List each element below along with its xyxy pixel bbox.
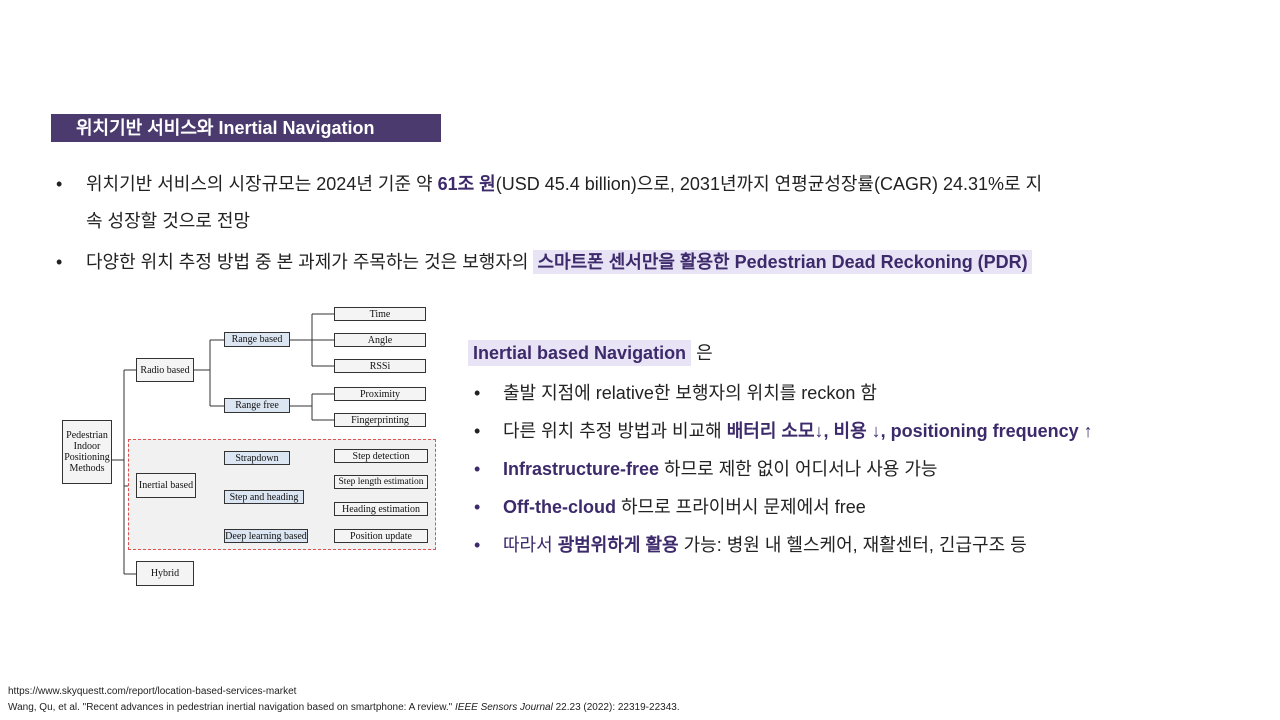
list-item-infrastructure-free: • Infrastructure-free 하므로 제한 없이 어디서나 사용 … [468,450,1228,488]
bullet-dot: • [474,421,481,441]
positioning-methods-diagram: Pedestrian Indoor Positioning Methods Ra… [58,300,440,592]
node-range-based: Range based [224,332,290,347]
bullet-dot: • [474,383,481,403]
slide-title: 위치기반 서비스와 Inertial Navigation [51,114,441,142]
node-deep-learning-based: Deep learning based [224,529,308,543]
list-item-applications: • 따라서 광범위하게 활용 가능: 병원 내 헬스케어, 재활센터, 긴급구조… [468,526,1228,564]
panel-heading: Inertial based Navigation 은 [468,338,1228,368]
node-range-free: Range free [224,398,290,413]
bullet-pdr-focus: • 다양한 위치 추정 방법 중 본 과제가 주목하는 것은 보행자의 스마트폰… [56,244,1196,281]
node-heading-estimation: Heading estimation [334,502,428,516]
node-proximity: Proximity [334,387,426,401]
intro-bullets: • 위치기반 서비스의 시장규모는 2024년 기준 약 61조 원(USD 4… [56,166,1196,281]
inertial-heading-highlight: Inertial based Navigation [468,340,692,366]
node-time: Time [334,307,426,321]
bullet-dot: • [474,497,481,517]
node-step-length-estimation: Step length estimation [334,475,428,489]
inertial-navigation-panel: Inertial based Navigation 은 • 출발 지점에 rel… [468,338,1228,564]
node-hybrid: Hybrid [136,561,194,586]
node-inertial-based: Inertial based [136,473,196,498]
list-item-relative-position: • 출발 지점에 relative한 보행자의 위치를 reckon 함 [468,374,1228,412]
node-radio-based: Radio based [136,358,194,382]
node-step-and-heading: Step and heading [224,490,304,504]
node-step-detection: Step detection [334,449,428,463]
node-angle: Angle [334,333,426,347]
node-strapdown: Strapdown [224,451,290,465]
node-root: Pedestrian Indoor Positioning Methods [62,420,112,484]
node-position-update: Position update [334,529,428,543]
pdr-highlight: 스마트폰 센서만을 활용한 Pedestrian Dead Reckoning … [533,250,1032,274]
advantages-list: • 출발 지점에 relative한 보행자의 위치를 reckon 함 • 다… [468,374,1228,564]
node-rssi: RSSi [334,359,426,373]
bullet-market-size: • 위치기반 서비스의 시장규모는 2024년 기준 약 61조 원(USD 4… [56,166,1196,240]
reference-url: https://www.skyquestt.com/report/locatio… [8,686,297,697]
bullet-dot: • [474,535,481,555]
list-item-off-the-cloud: • Off-the-cloud 하므로 프라이버시 문제에서 free [468,488,1228,526]
node-fingerprinting: Fingerprinting [334,413,426,427]
bullet-dot: • [56,174,63,194]
bullet-dot: • [56,252,63,272]
reference-paper: Wang, Qu, et al. "Recent advances in ped… [8,702,680,713]
list-item-comparison: • 다른 위치 추정 방법과 비교해 배터리 소모↓, 비용 ↓, positi… [468,412,1228,450]
references: https://www.skyquestt.com/report/locatio… [8,684,680,716]
bullet-dot: • [474,459,481,479]
